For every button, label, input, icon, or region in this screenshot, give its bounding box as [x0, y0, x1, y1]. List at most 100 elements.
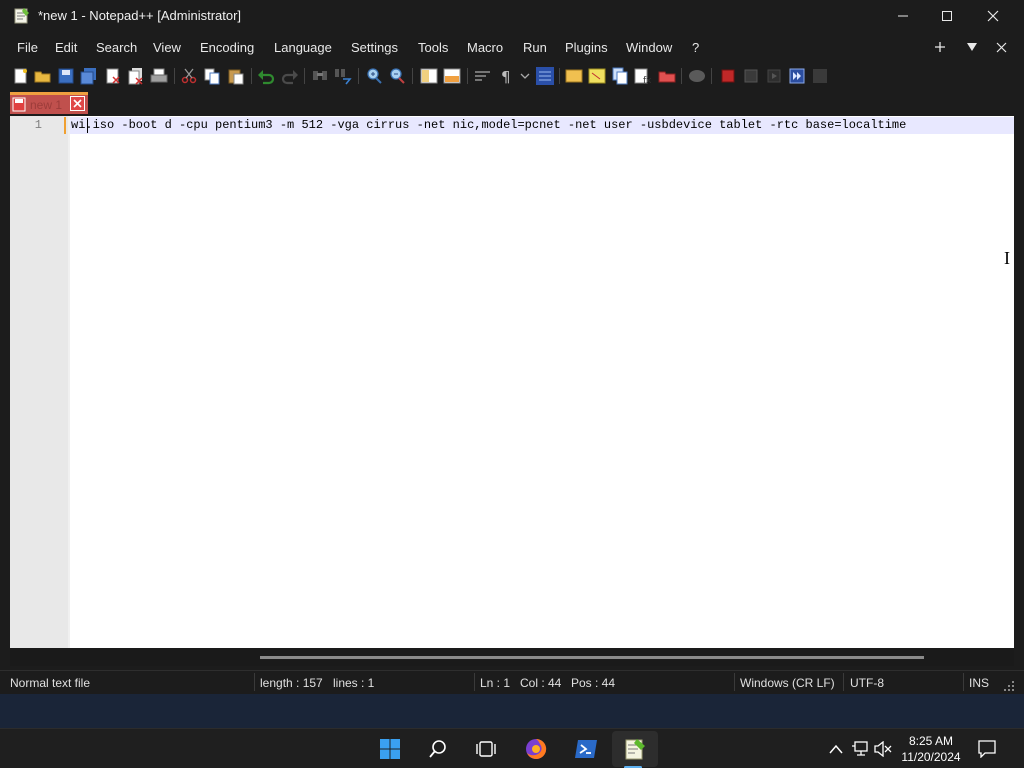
status-file-type: Normal text file	[10, 676, 91, 690]
minimize-button[interactable]	[880, 0, 926, 32]
title-bar[interactable]: *new 1 - Notepad++ [Administrator]	[0, 0, 1024, 32]
save-all-icon[interactable]	[80, 67, 98, 85]
tab-label: new 1	[30, 98, 63, 112]
line-number: 1	[34, 118, 42, 132]
toolbar-separator	[358, 68, 359, 84]
toolbar-separator	[681, 68, 682, 84]
cut-icon[interactable]	[180, 67, 198, 85]
zoom-out-icon[interactable]	[388, 67, 406, 85]
taskbar-powershell[interactable]	[572, 735, 600, 763]
user-language-icon[interactable]	[565, 67, 583, 85]
menu-file[interactable]: File	[17, 40, 38, 55]
close-all-icon[interactable]	[127, 67, 145, 85]
close-icon	[996, 42, 1006, 52]
open-file-icon[interactable]	[34, 67, 52, 85]
replace-icon[interactable]	[334, 67, 352, 85]
menu-language[interactable]: Language	[274, 40, 332, 55]
indent-guide-icon[interactable]	[536, 67, 554, 85]
word-wrap-icon[interactable]	[474, 67, 492, 85]
save-macro-icon[interactable]	[811, 67, 829, 85]
tab-close-button[interactable]	[70, 96, 85, 111]
search-button[interactable]	[424, 735, 452, 763]
paste-icon[interactable]	[227, 67, 245, 85]
status-insert-mode[interactable]: INS	[969, 676, 989, 690]
tab-new-1[interactable]: new 1	[10, 92, 88, 114]
powershell-icon	[575, 740, 597, 758]
network-button[interactable]	[850, 739, 870, 759]
volume-button[interactable]	[873, 739, 893, 759]
status-line: Ln : 1	[480, 676, 511, 690]
show-all-characters-icon[interactable]: ¶	[497, 67, 515, 85]
new-file-icon[interactable]	[12, 67, 30, 85]
start-button[interactable]	[376, 735, 404, 763]
scrollbar-thumb[interactable]	[260, 656, 924, 659]
zoom-in-icon[interactable]	[365, 67, 383, 85]
menu-plugins[interactable]: Plugins	[565, 40, 608, 55]
menu-run[interactable]: Run	[523, 40, 547, 55]
doc-list-icon[interactable]	[611, 67, 629, 85]
taskbar-notepadpp[interactable]	[621, 735, 649, 763]
find-icon[interactable]	[311, 67, 329, 85]
menu-window[interactable]: Window	[626, 40, 672, 55]
redo-icon[interactable]	[281, 67, 299, 85]
task-view-button[interactable]	[472, 735, 500, 763]
menu-encoding[interactable]: Encoding	[200, 40, 254, 55]
record-macro-icon[interactable]	[719, 67, 737, 85]
status-separator	[843, 673, 844, 691]
close-document-button[interactable]	[991, 38, 1011, 56]
volume-muted-icon	[874, 741, 892, 757]
menu-bar: File Edit Search View Encoding Language …	[0, 32, 1024, 62]
sync-vertical-icon[interactable]	[420, 67, 438, 85]
menu-view[interactable]: View	[153, 40, 181, 55]
window-title: *new 1 - Notepad++ [Administrator]	[38, 8, 242, 23]
menu-search[interactable]: Search	[96, 40, 137, 55]
playback-macro-icon[interactable]	[765, 67, 783, 85]
firefox-icon	[526, 738, 547, 759]
undo-icon[interactable]	[257, 67, 275, 85]
menu-tools[interactable]: Tools	[418, 40, 448, 55]
status-separator	[254, 673, 255, 691]
new-tab-button[interactable]	[930, 38, 950, 56]
status-eol-format[interactable]: Windows (CR LF)	[740, 676, 835, 690]
notification-icon	[978, 740, 996, 758]
close-file-icon[interactable]	[104, 67, 122, 85]
status-separator	[474, 673, 475, 691]
toolbar-separator	[251, 68, 252, 84]
stop-recording-icon[interactable]	[742, 67, 760, 85]
taskbar-firefox[interactable]	[522, 735, 550, 763]
doc-map-icon[interactable]	[588, 67, 606, 85]
sync-horizontal-icon[interactable]	[443, 67, 461, 85]
fold-margin	[68, 116, 70, 648]
triangle-down-icon	[967, 43, 977, 51]
save-icon[interactable]	[57, 67, 75, 85]
folder-as-workspace-icon[interactable]	[658, 67, 676, 85]
menu-macro[interactable]: Macro	[467, 40, 503, 55]
menu-edit[interactable]: Edit	[55, 40, 77, 55]
tab-list-button[interactable]	[962, 38, 982, 56]
maximize-button[interactable]	[924, 0, 970, 32]
unsaved-file-icon	[12, 97, 26, 112]
status-separator	[734, 673, 735, 691]
svg-text:fx: fx	[643, 76, 652, 85]
run-macro-multiple-icon[interactable]	[788, 67, 806, 85]
print-icon[interactable]	[150, 67, 168, 85]
toolbar-separator	[412, 68, 413, 84]
chevron-down-icon[interactable]	[516, 67, 534, 85]
close-button[interactable]	[970, 0, 1016, 32]
taskbar-clock[interactable]: 8:25 AM 11/20/2024	[894, 733, 968, 765]
menu-help[interactable]: ?	[692, 40, 699, 55]
horizontal-scrollbar[interactable]	[10, 648, 1014, 666]
notification-center-button[interactable]	[977, 739, 997, 759]
clock-date: 11/20/2024	[901, 750, 961, 764]
monitoring-icon[interactable]	[688, 67, 706, 85]
resize-grip-icon[interactable]	[1002, 679, 1016, 693]
show-hidden-icons-button[interactable]	[826, 739, 846, 759]
function-list-icon[interactable]: fx	[634, 67, 652, 85]
current-line[interactable]: wi.iso -boot d -cpu pentium3 -m 512 -vga…	[70, 117, 1014, 134]
line-number-gutter: 1	[10, 116, 68, 648]
svg-text:¶: ¶	[501, 68, 511, 85]
chevron-up-icon	[829, 744, 843, 754]
menu-settings[interactable]: Settings	[351, 40, 398, 55]
editor-area[interactable]: 1 wi.iso -boot d -cpu pentium3 -m 512 -v…	[10, 116, 1014, 648]
copy-icon[interactable]	[203, 67, 221, 85]
